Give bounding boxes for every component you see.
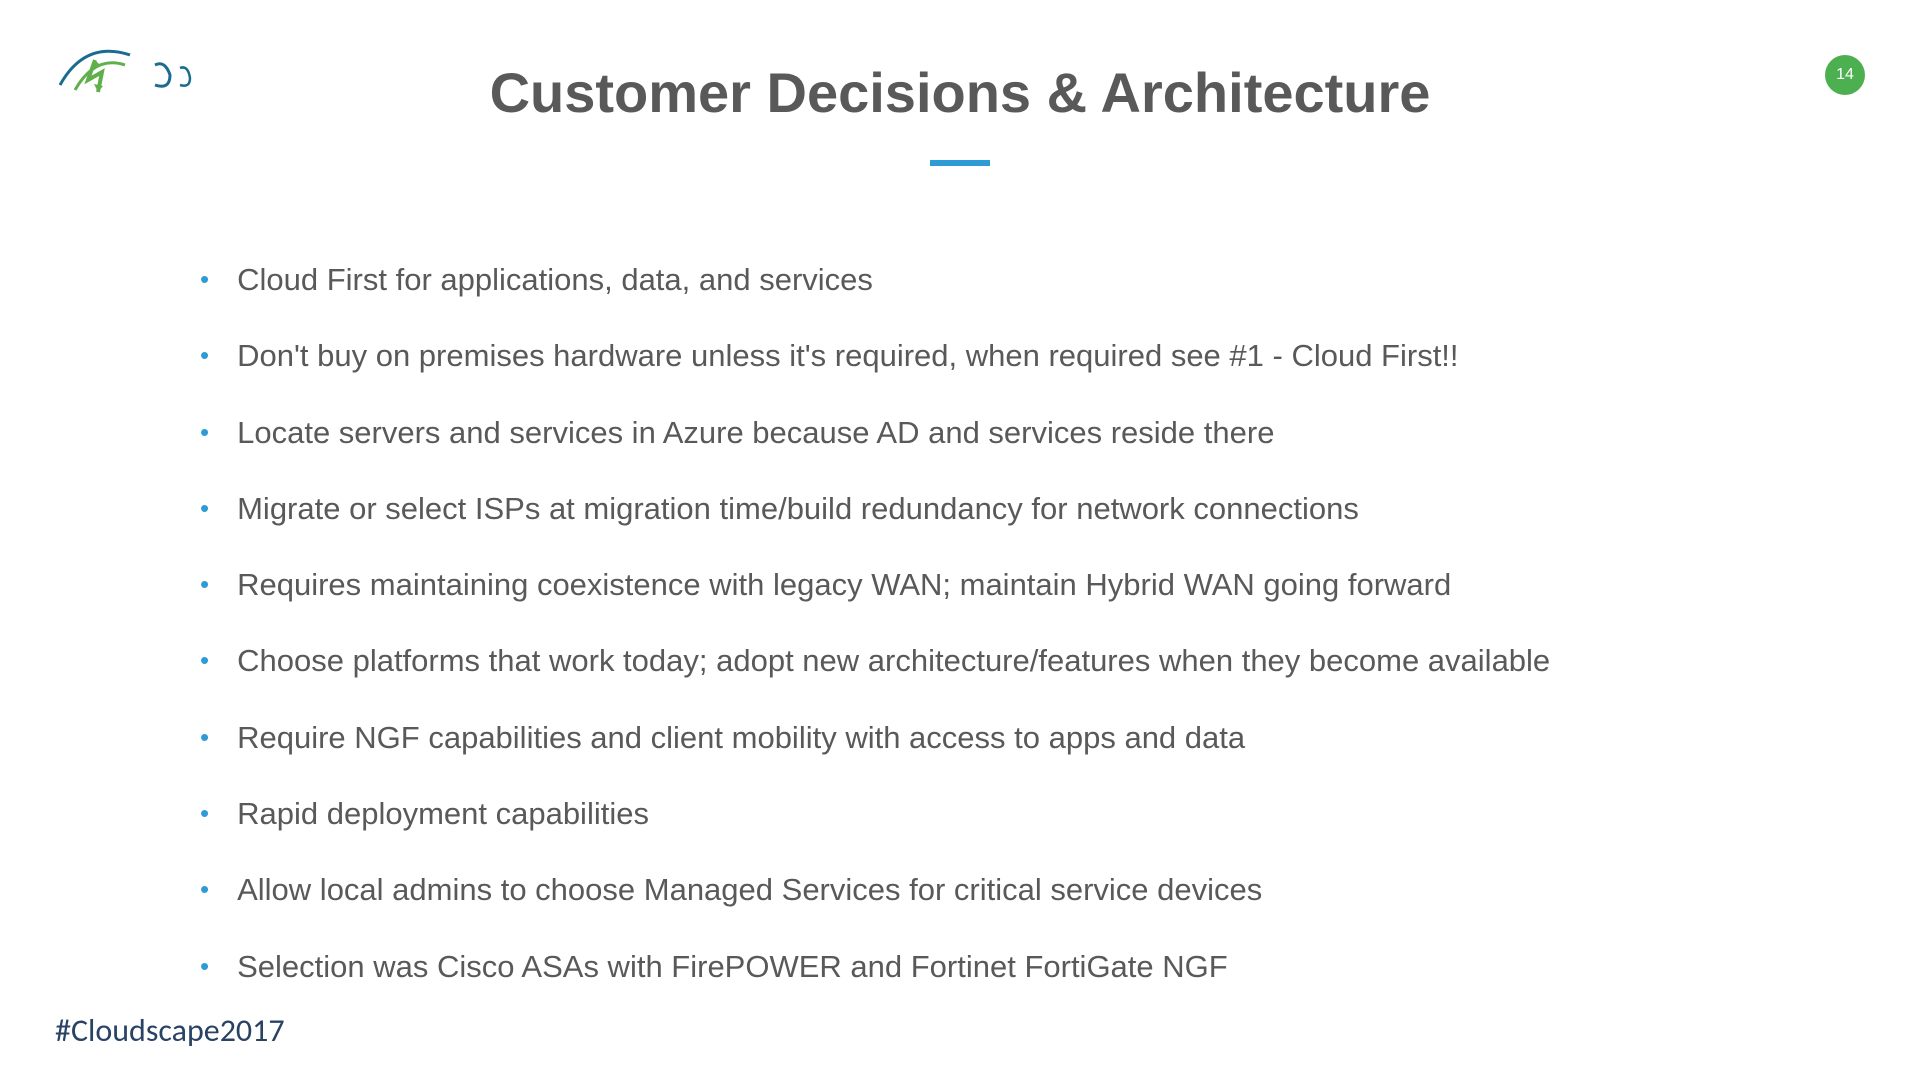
bullet-icon: • — [200, 641, 209, 680]
bullet-icon: • — [200, 336, 209, 375]
list-item: • Rapid deployment capabilities — [190, 794, 1840, 834]
list-item: • Choose platforms that work today; adop… — [190, 641, 1840, 681]
bullet-icon: • — [200, 489, 209, 528]
list-item: • Locate servers and services in Azure b… — [190, 413, 1840, 453]
slide-title: Customer Decisions & Architecture — [490, 60, 1431, 125]
bullet-icon: • — [200, 413, 209, 452]
list-item: • Selection was Cisco ASAs with FirePOWE… — [190, 947, 1840, 987]
bullet-text: Allow local admins to choose Managed Ser… — [237, 870, 1840, 910]
bullet-text: Requires maintaining coexistence with le… — [237, 565, 1840, 605]
bullet-text: Require NGF capabilities and client mobi… — [237, 718, 1840, 758]
list-item: • Requires maintaining coexistence with … — [190, 565, 1840, 605]
list-item: • Require NGF capabilities and client mo… — [190, 718, 1840, 758]
bullet-icon: • — [200, 794, 209, 833]
bullet-icon: • — [200, 718, 209, 757]
bullet-icon: • — [200, 565, 209, 604]
page-number-badge: 14 — [1825, 55, 1865, 95]
page-number: 14 — [1836, 66, 1854, 84]
company-logo — [40, 30, 200, 120]
bullet-text: Migrate or select ISPs at migration time… — [237, 489, 1840, 529]
title-underline — [930, 160, 990, 166]
list-item: • Migrate or select ISPs at migration ti… — [190, 489, 1840, 529]
list-item: • Allow local admins to choose Managed S… — [190, 870, 1840, 910]
bullet-list: • Cloud First for applications, data, an… — [190, 260, 1840, 1023]
list-item: • Cloud First for applications, data, an… — [190, 260, 1840, 300]
bullet-text: Don't buy on premises hardware unless it… — [237, 336, 1840, 376]
bullet-icon: • — [200, 947, 209, 986]
bullet-text: Choose platforms that work today; adopt … — [237, 641, 1840, 681]
footer-hashtag: #Cloudscape2017 — [55, 1011, 285, 1050]
bullet-text: Locate servers and services in Azure bec… — [237, 413, 1840, 453]
bullet-text: Cloud First for applications, data, and … — [237, 260, 1840, 300]
bullet-icon: • — [200, 870, 209, 909]
bullet-text: Selection was Cisco ASAs with FirePOWER … — [237, 947, 1840, 987]
list-item: • Don't buy on premises hardware unless … — [190, 336, 1840, 376]
bullet-text: Rapid deployment capabilities — [237, 794, 1840, 834]
bullet-icon: • — [200, 260, 209, 299]
